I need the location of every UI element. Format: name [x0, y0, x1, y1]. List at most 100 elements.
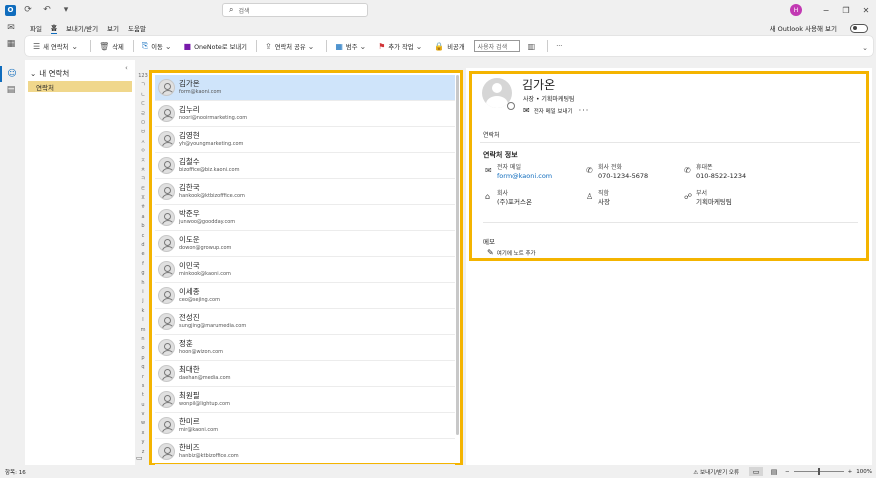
contact-row[interactable]: 박준우 junwoo@goodday.com [155, 205, 455, 231]
reading-view-button[interactable]: ▤ [767, 467, 781, 476]
move-button[interactable]: ⎘ 이동 ⌄ [142, 41, 175, 51]
contact-row[interactable]: 이세종 ceo@sejing.com [155, 283, 455, 309]
alphabet-index-item[interactable]: ㅅ [141, 138, 146, 147]
contact-row[interactable]: 김철수 bizoffice@biz.kaoni.com [155, 153, 455, 179]
send-email-link[interactable]: 전자 메일 보내기 [534, 107, 573, 115]
minimize-icon[interactable]: − [816, 6, 836, 15]
contact-row[interactable]: 김영현 yh@youngmarketing.com [155, 127, 455, 153]
alphabet-index-item[interactable]: t [142, 391, 144, 400]
alphabet-index-item[interactable]: m [141, 326, 146, 335]
onenote-button[interactable]: ■ OneNote로 보내기 [184, 42, 247, 51]
alphabet-index-item[interactable]: ㅋ [141, 175, 146, 184]
contact-list-scrollbar[interactable] [456, 75, 459, 435]
alphabet-index-item[interactable]: ㄷ [141, 100, 146, 109]
more-button[interactable]: ··· [556, 43, 562, 50]
alphabet-index-item[interactable]: p [141, 354, 144, 363]
restore-icon[interactable]: ❐ [836, 6, 856, 15]
categorize-button[interactable]: ▦ 범주 ⌄ [335, 42, 369, 51]
alphabet-index-item[interactable]: w [141, 419, 145, 428]
alphabet-index-item[interactable]: n [141, 335, 144, 344]
alphabet-index-item[interactable]: c [142, 232, 145, 241]
alphabet-index-item[interactable]: d [141, 241, 144, 250]
alphabet-index-item[interactable]: y [142, 438, 145, 447]
new-contact-button[interactable]: ☰ 새 연락처 ⌄ [33, 42, 81, 51]
alphabet-index-item[interactable]: l [142, 316, 143, 325]
alphabet-index-item[interactable]: e [141, 250, 144, 259]
quick-access-dropdown-icon[interactable]: ▾ [59, 3, 73, 17]
zoom-out-icon[interactable]: − [785, 469, 790, 475]
menu-help[interactable]: 도움말 [128, 23, 146, 33]
alphabet-index-item[interactable]: ㄴ [141, 91, 146, 100]
alphabet-index-item[interactable]: ㅇ [141, 147, 146, 156]
zoom-in-icon[interactable]: + [848, 469, 853, 475]
collapse-folder-pane-icon[interactable]: ‹ [125, 64, 128, 72]
alphabet-index-item[interactable]: s [142, 382, 145, 391]
share-contact-button[interactable]: ⇪ 연락처 공유 ⌄ [265, 42, 317, 51]
follow-up-button[interactable]: ⚑ 추가 작업 ⌄ [378, 42, 425, 51]
alphabet-index-item[interactable]: j [142, 297, 143, 306]
search-box[interactable]: ⌕ 검색 [222, 3, 368, 17]
contact-card-view-icon[interactable]: ▭ [136, 454, 143, 462]
alphabet-index-item[interactable]: ㅈ [141, 157, 146, 166]
alphabet-index-item[interactable]: f [142, 260, 144, 269]
contact-row[interactable]: 한미르 mir@kaoni.com [155, 413, 455, 439]
alphabet-index-item[interactable]: g [141, 269, 144, 278]
undo-icon[interactable]: ↶ [40, 3, 54, 17]
alphabet-index-item[interactable]: a [141, 213, 144, 222]
alphabet-index-item[interactable]: h [141, 279, 144, 288]
address-book-button[interactable]: ▥ [528, 42, 539, 51]
alphabet-index-item[interactable]: ㅌ [141, 185, 146, 194]
contact-row[interactable]: 한비즈 hanbiz@ktbizoffice.com [155, 439, 455, 465]
my-contacts-group[interactable]: ⌄ 내 연락처 [25, 60, 135, 79]
alphabet-index-item[interactable]: ㅊ [141, 166, 146, 175]
alphabet-index-item[interactable]: ㅁ [141, 119, 146, 128]
calendar-icon[interactable]: ▦ [0, 36, 22, 52]
menu-file[interactable]: 파일 [30, 23, 42, 33]
contact-row[interactable]: 최원필 wonpil@lightup.com [155, 387, 455, 413]
normal-view-button[interactable]: ▭ [749, 467, 764, 476]
alphabet-index-item[interactable]: r [142, 373, 144, 382]
close-icon[interactable]: ✕ [856, 6, 876, 15]
search-people-input[interactable]: 사용자 검색 [473, 40, 520, 52]
menu-view[interactable]: 보기 [107, 23, 119, 33]
alphabet-index-item[interactable]: i [142, 288, 143, 297]
people-icon[interactable]: ☺ [0, 66, 22, 82]
add-note-button[interactable]: ✎ 여기에 노트 추가 [487, 248, 536, 257]
send-receive-error[interactable]: ⚠ 보내기/받기 오류 [693, 468, 739, 476]
alphabet-index-item[interactable]: ㅂ [141, 128, 146, 137]
email-value[interactable]: form@kaoni.com [497, 172, 552, 181]
contact-row[interactable]: 정훈 hoon@wizon.com [155, 335, 455, 361]
sync-icon[interactable]: ⟳ [21, 3, 35, 17]
contact-row[interactable]: 김누리 noori@nooirmarketing.com [155, 101, 455, 127]
new-outlook-toggle[interactable] [850, 23, 868, 33]
alphabet-index-item[interactable]: o [141, 344, 144, 353]
alphabet-index-item[interactable]: q [141, 363, 144, 372]
menu-home[interactable]: 홈 [50, 22, 57, 34]
account-avatar[interactable]: H [790, 4, 802, 16]
delete-button[interactable]: 🗑 삭제 [99, 42, 124, 51]
alphabet-index-item[interactable]: b [141, 222, 144, 231]
contact-row[interactable]: 김가온 form@kaoni.com [155, 75, 455, 101]
alphabet-index-item[interactable]: v [142, 410, 145, 419]
contact-row[interactable]: 전성진 sungjing@marumedia.com [155, 309, 455, 335]
zoom-slider[interactable] [793, 468, 844, 475]
alphabet-index-item[interactable]: ㅎ [141, 203, 146, 212]
private-button[interactable]: 🔒 비공개 [434, 42, 464, 51]
contact-row[interactable]: 이도운 dowon@growup.com [155, 231, 455, 257]
contact-row[interactable]: 김한국 hankook@ktbizofffice.com [155, 179, 455, 205]
alphabet-index-item[interactable]: ㄹ [141, 110, 146, 119]
ribbon-collapse-icon[interactable]: ⌄ [862, 44, 868, 52]
more-actions-button[interactable]: ··· [579, 106, 590, 115]
menu-send-receive[interactable]: 보내기/받기 [66, 23, 98, 33]
alphabet-index-item[interactable]: ㄱ [141, 81, 146, 90]
contact-row[interactable]: 이민국 minkook@kaoni.com [155, 257, 455, 283]
apps-icon[interactable]: ▤ [0, 82, 22, 98]
mail-icon[interactable]: ✉ [0, 20, 22, 36]
contact-row[interactable]: 최대한 daehan@media.com [155, 361, 455, 387]
alphabet-index-item[interactable]: u [141, 401, 144, 410]
alphabet-index-item[interactable]: ㅍ [141, 194, 146, 203]
alphabet-index-item[interactable]: x [142, 429, 145, 438]
alphabet-index-item[interactable]: 123 [138, 72, 148, 81]
folder-item-contacts[interactable]: 연락처 [28, 81, 132, 92]
alphabet-index-item[interactable]: k [142, 307, 145, 316]
